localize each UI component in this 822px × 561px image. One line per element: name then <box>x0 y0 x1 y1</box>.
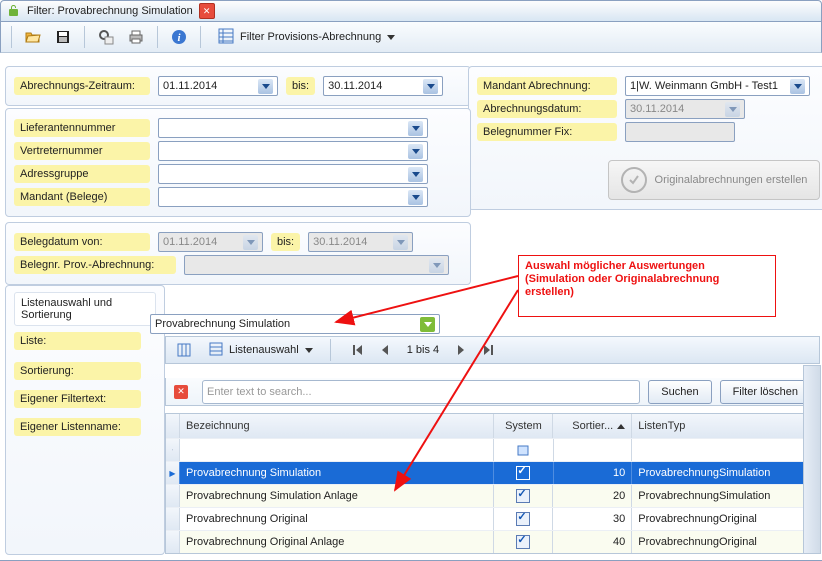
input-belegnummer-fix <box>625 122 735 142</box>
filter-dropdown[interactable]: Filter Provisions-Abrechnung <box>209 24 404 50</box>
label-mandant: Mandant Abrechnung: <box>477 77 617 95</box>
info-button[interactable]: i <box>166 24 192 50</box>
calendar-icon[interactable] <box>258 79 273 94</box>
filter-dropdown-label: Filter Provisions-Abrechnung <box>240 31 381 43</box>
nav-last-button[interactable] <box>477 338 501 362</box>
input-period-to[interactable]: 30.11.2014 <box>323 76 443 96</box>
input-belegdatum-von: 01.11.2014 <box>158 232 263 252</box>
chevron-down-icon[interactable] <box>420 317 435 332</box>
grid-icon <box>209 342 223 359</box>
label-mandant-belege: Mandant (Belege) <box>14 188 150 206</box>
listenauswahl-dropdown[interactable]: Listenauswahl <box>200 338 322 362</box>
col-sortier[interactable]: Sortier... <box>553 414 632 438</box>
input-period-from[interactable]: 01.11.2014 <box>158 76 278 96</box>
table-row[interactable]: Provabrechnung Simulation10Provabrechnun… <box>166 461 819 484</box>
nav-first-button[interactable] <box>345 338 369 362</box>
checkbox[interactable] <box>516 466 530 480</box>
select-lieferantennummer[interactable] <box>158 118 428 138</box>
label-sortierung: Sortierung: <box>14 362 141 380</box>
filter-icon <box>172 446 173 454</box>
label-lieferantennummer: Lieferantennummer <box>14 119 150 137</box>
main-toolbar: i Filter Provisions-Abrechnung <box>0 22 822 53</box>
grid-header: Bezeichnung System Sortier... ListenTyp <box>166 414 819 438</box>
save-button[interactable] <box>50 24 76 50</box>
label-belegdatum-von: Belegdatum von: <box>14 233 150 251</box>
grid-toolbar: Listenauswahl 1 bis 4 <box>165 336 820 364</box>
table-row[interactable]: Provabrechnung Simulation Anlage20Provab… <box>166 484 819 507</box>
results-grid: Bezeichnung System Sortier... ListenTyp … <box>165 413 820 554</box>
window-title: Filter: Provabrechnung Simulation <box>27 5 193 17</box>
panel-belegdatum: Belegdatum von: 01.11.2014 bis: 30.11.20… <box>5 222 471 285</box>
panel-period: Abrechnungs-Zeitraum: 01.11.2014 bis: 30… <box>5 66 471 106</box>
panel-listenauswahl: Listenauswahl und Sortierung Liste: Sort… <box>5 285 165 555</box>
pager-label: 1 bis 4 <box>401 344 445 356</box>
print-preview-button[interactable] <box>93 24 119 50</box>
filter-cell-icon[interactable] <box>517 445 529 456</box>
search-button[interactable]: Suchen <box>648 380 711 404</box>
label-bis: bis: <box>286 77 315 95</box>
label-belegnr-prov: Belegnr. Prov.-Abrechnung: <box>14 256 176 274</box>
panel-filters: Lieferantennummer Vertreternummer Adress… <box>5 108 471 217</box>
table-row[interactable]: Provabrechnung Original30ProvabrechnungO… <box>166 507 819 530</box>
clear-filter-button[interactable]: Filter löschen <box>720 380 811 404</box>
label-liste: Liste: <box>14 332 141 350</box>
label-abrechnungsdatum: Abrechnungsdatum: <box>477 100 617 118</box>
vertical-scrollbar[interactable] <box>803 365 821 554</box>
print-button[interactable] <box>123 24 149 50</box>
chevron-down-icon <box>387 35 395 40</box>
grid-icon <box>218 28 234 47</box>
button-originalabrechnungen-erstellen: Originalabrechnungen erstellen <box>608 160 820 200</box>
select-liste[interactable]: Provabrechnung Simulation <box>150 314 440 334</box>
open-button[interactable] <box>20 24 46 50</box>
annotation-callout: Auswahl möglicher Auswertungen (Simulati… <box>518 255 776 317</box>
nav-prev-button[interactable] <box>373 338 397 362</box>
label-period: Abrechnungs-Zeitraum: <box>14 77 150 95</box>
select-belegnr-prov <box>184 255 449 275</box>
window-titlebar: Filter: Provabrechnung Simulation ✕ <box>0 0 822 22</box>
panel-mandant: Mandant Abrechnung: 1|W. Weinmann GmbH -… <box>468 66 822 210</box>
table-row[interactable]: Provabrechnung Original Anlage40Provabre… <box>166 530 819 553</box>
select-vertreternummer[interactable] <box>158 141 428 161</box>
checkbox[interactable] <box>516 535 530 549</box>
label-belegnummer-fix: Belegnummer Fix: <box>477 123 617 141</box>
checkbox[interactable] <box>516 512 530 526</box>
calendar-icon[interactable] <box>423 79 438 94</box>
grid-search-row: ✕ Enter text to search... Suchen Filter … <box>165 378 820 406</box>
label-filtertext: Eigener Filtertext: <box>14 390 141 408</box>
select-mandant-belege[interactable] <box>158 187 428 207</box>
lock-open-icon <box>7 4 21 18</box>
column-chooser-button[interactable] <box>172 338 196 362</box>
input-abrechnungsdatum: 30.11.2014 <box>625 99 745 119</box>
label-listenname: Eigener Listenname: <box>14 418 141 436</box>
checkmark-circle-icon <box>621 167 647 193</box>
col-bezeichnung[interactable]: Bezeichnung <box>180 414 494 438</box>
col-listentyp[interactable]: ListenTyp <box>632 414 819 438</box>
sort-asc-icon <box>617 424 625 429</box>
select-adressgruppe[interactable] <box>158 164 428 184</box>
select-mandant[interactable]: 1|W. Weinmann GmbH - Test1 <box>625 76 810 96</box>
label-adressgruppe: Adressgruppe <box>14 165 150 183</box>
col-system[interactable]: System <box>494 414 553 438</box>
search-input[interactable]: Enter text to search... <box>202 380 640 404</box>
nav-next-button[interactable] <box>449 338 473 362</box>
label-vertreternummer: Vertreternummer <box>14 142 150 160</box>
input-belegdatum-bis: 30.11.2014 <box>308 232 413 252</box>
clear-search-icon[interactable]: ✕ <box>174 385 188 399</box>
close-icon[interactable]: ✕ <box>199 3 215 19</box>
grid-autofilter-row <box>166 438 819 461</box>
checkbox[interactable] <box>516 489 530 503</box>
listen-header: Listenauswahl und Sortierung <box>14 292 156 326</box>
